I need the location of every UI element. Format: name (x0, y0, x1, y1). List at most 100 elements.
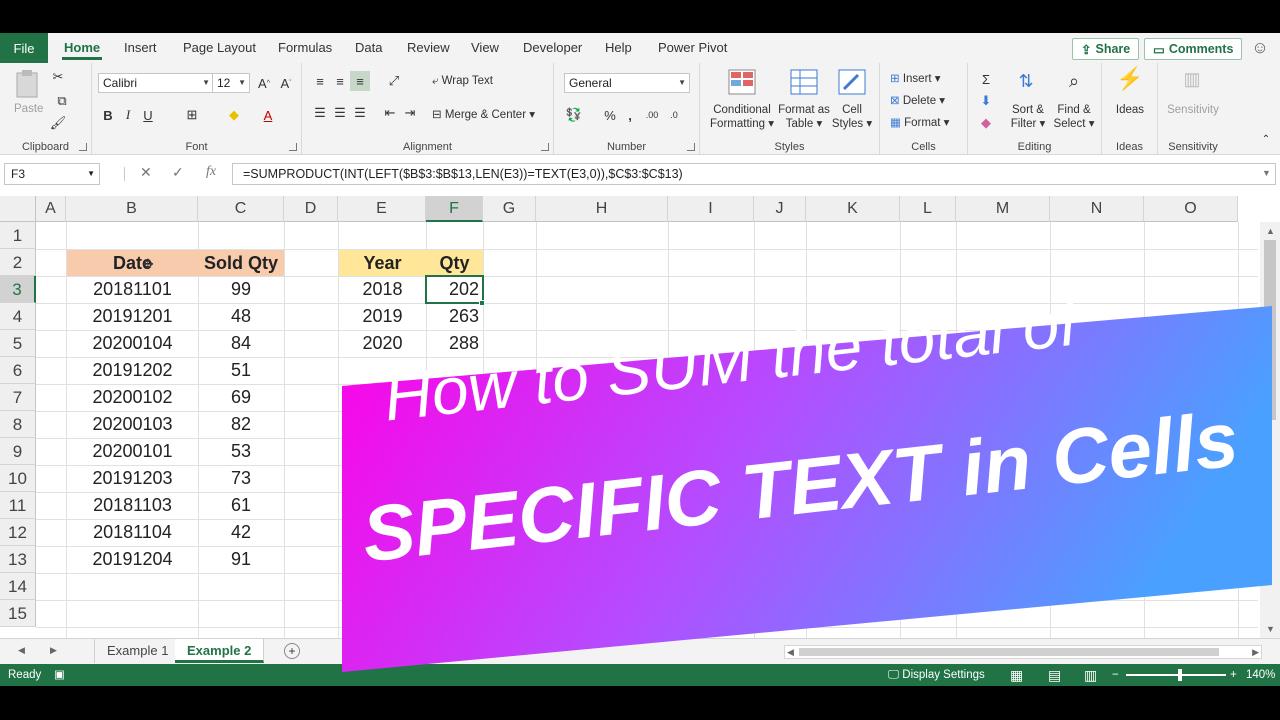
autosum-icon[interactable]: Σ (976, 69, 996, 89)
tab-help[interactable]: Help (605, 33, 632, 63)
vertical-scrollbar[interactable]: ▲ ▼ (1260, 222, 1280, 638)
column-header-n[interactable]: N (1050, 196, 1144, 222)
cancel-icon[interactable]: ✕ (140, 164, 152, 181)
column-header-j[interactable]: J (754, 196, 806, 222)
sold-qty-cell[interactable]: 48 (198, 303, 284, 330)
decrease-font-icon[interactable]: Aˇ (276, 73, 296, 93)
italic-button[interactable]: I (118, 105, 138, 125)
zoom-out-icon[interactable]: − (1112, 664, 1119, 686)
qty-result-cell[interactable]: 263 (426, 303, 483, 330)
alignment-launcher-icon[interactable] (541, 143, 549, 151)
column-header-a[interactable]: A (36, 196, 66, 222)
insert-function-icon[interactable]: fx (206, 164, 216, 180)
decrease-decimal-icon[interactable]: .0 (664, 105, 684, 125)
name-box[interactable]: F3 ▼ (4, 163, 100, 185)
year-header-cell[interactable]: Year (339, 250, 426, 276)
tab-data[interactable]: Data (355, 33, 382, 63)
paste-icon[interactable] (14, 69, 42, 99)
number-format-select[interactable]: General ▼ (564, 73, 690, 93)
sold-qty-cell[interactable]: 53 (198, 438, 284, 465)
date-cell[interactable]: 20200103 (67, 411, 198, 438)
date-cell[interactable]: 20191203 (67, 465, 198, 492)
align-bottom-icon[interactable]: ≡ (350, 71, 370, 91)
copy-icon[interactable]: ⧉ (52, 91, 72, 111)
sort-filter-button[interactable]: Sort & Filter ▾ (1008, 103, 1048, 131)
scroll-down-icon[interactable]: ▼ (1266, 624, 1275, 634)
sold-qty-cell[interactable]: 91 (198, 546, 284, 573)
zoom-slider-track[interactable] (1126, 674, 1226, 676)
collapse-ribbon-icon[interactable]: ⌃ (1256, 129, 1276, 149)
row-header-3[interactable]: 3 (0, 276, 36, 303)
date-cell[interactable]: 20200101 (67, 438, 198, 465)
date-cell[interactable]: 20191204 (67, 546, 198, 573)
format-as-table-button[interactable]: Format as Table ▾ (776, 103, 832, 131)
tab-developer[interactable]: Developer (523, 33, 582, 63)
ideas-button[interactable]: Ideas (1102, 103, 1158, 117)
sold-qty-cell[interactable]: 61 (198, 492, 284, 519)
qty-result-cell[interactable]: 288 (426, 330, 483, 357)
increase-indent-icon[interactable]: ⇥ (400, 103, 420, 123)
tab-insert[interactable]: Insert (124, 33, 157, 63)
underline-button[interactable]: U (138, 105, 158, 125)
column-header-h[interactable]: H (536, 196, 668, 222)
row-header-9[interactable]: 9 (0, 438, 36, 465)
add-sheet-icon[interactable]: + (284, 643, 300, 659)
tab-power-pivot[interactable]: Power Pivot (658, 33, 727, 63)
align-left-icon[interactable]: ☰ (310, 103, 330, 123)
insert-cells-button[interactable]: ⊞ Insert ▾ (890, 71, 941, 85)
increase-font-icon[interactable]: A ^ (254, 73, 274, 93)
row-header-13[interactable]: 13 (0, 546, 36, 573)
next-sheet-icon[interactable]: ▶ (50, 645, 57, 656)
row-header-4[interactable]: 4 (0, 303, 36, 330)
date-cell[interactable]: 20181103 (67, 492, 198, 519)
row-header-10[interactable]: 10 (0, 465, 36, 492)
row-header-14[interactable]: 14 (0, 573, 36, 600)
ideas-icon[interactable]: ⚡ (1116, 66, 1143, 91)
align-right-icon[interactable]: ☰ (350, 103, 370, 123)
delete-cells-button[interactable]: ⊠ Delete ▾ (890, 93, 945, 107)
format-painter-icon[interactable]: 🖌 (48, 113, 68, 133)
row-header-6[interactable]: 6 (0, 357, 36, 384)
format-cells-button[interactable]: ▦ Format ▾ (890, 115, 949, 129)
find-select-button[interactable]: Find & Select ▾ (1050, 103, 1098, 131)
date-cell[interactable]: 20181101 (67, 276, 198, 303)
tab-view[interactable]: View (471, 33, 499, 63)
select-all-corner[interactable] (0, 196, 36, 222)
align-center-icon[interactable]: ☰ (330, 103, 350, 123)
conditional-formatting-icon[interactable] (728, 69, 756, 95)
accounting-format-icon[interactable]: 💱 (564, 105, 584, 125)
sold-qty-cell[interactable]: 51 (198, 357, 284, 384)
expand-formula-icon[interactable]: ▼ (1262, 168, 1271, 178)
sensitivity-button[interactable]: Sensitivity (1158, 103, 1228, 117)
share-button[interactable]: ⇪ Share (1072, 38, 1140, 60)
column-header-m[interactable]: M (956, 196, 1050, 222)
cell-styles-icon[interactable] (838, 69, 866, 95)
formula-input[interactable]: =SUMPRODUCT(INT(LEFT($B$3:$B$13,LEN(E3))… (232, 163, 1276, 185)
column-header-g[interactable]: G (483, 196, 536, 222)
row-header-1[interactable]: 1 (0, 222, 36, 249)
font-color-icon[interactable]: A (258, 105, 278, 125)
zoom-slider-thumb[interactable] (1178, 669, 1182, 681)
tab-home[interactable]: Home (61, 33, 103, 63)
sort-filter-icon[interactable]: ⇅ (1016, 71, 1036, 91)
enter-icon[interactable]: ✓ (172, 164, 184, 181)
year-cell[interactable]: 2020 (339, 330, 426, 357)
vertical-scroll-thumb[interactable] (1264, 240, 1276, 420)
font-name-select[interactable]: Calibri ▼ (98, 73, 214, 93)
format-as-table-icon[interactable] (790, 69, 818, 95)
clear-icon[interactable]: ◆ (976, 113, 996, 133)
clipboard-launcher-icon[interactable] (79, 143, 87, 151)
normal-view-icon[interactable]: ▦ (1010, 664, 1023, 686)
qty-header-cell[interactable]: Qty (426, 250, 483, 276)
cell-styles-button[interactable]: Cell Styles ▾ (830, 103, 874, 131)
date-cell[interactable]: 20200104 (67, 330, 198, 357)
sold-qty-cell[interactable]: 69 (198, 384, 284, 411)
fill-color-icon[interactable]: ◆ (224, 105, 244, 125)
wrap-text-button[interactable]: ⤶ Wrap Text (432, 75, 493, 88)
sold-qty-cell[interactable]: 99 (198, 276, 284, 303)
cut-icon[interactable]: ✂ (48, 67, 68, 87)
comma-style-icon[interactable]: , (620, 105, 640, 125)
row-header-5[interactable]: 5 (0, 330, 36, 357)
column-header-d[interactable]: D (284, 196, 338, 222)
font-size-select[interactable]: 12 ▼ (212, 73, 250, 93)
